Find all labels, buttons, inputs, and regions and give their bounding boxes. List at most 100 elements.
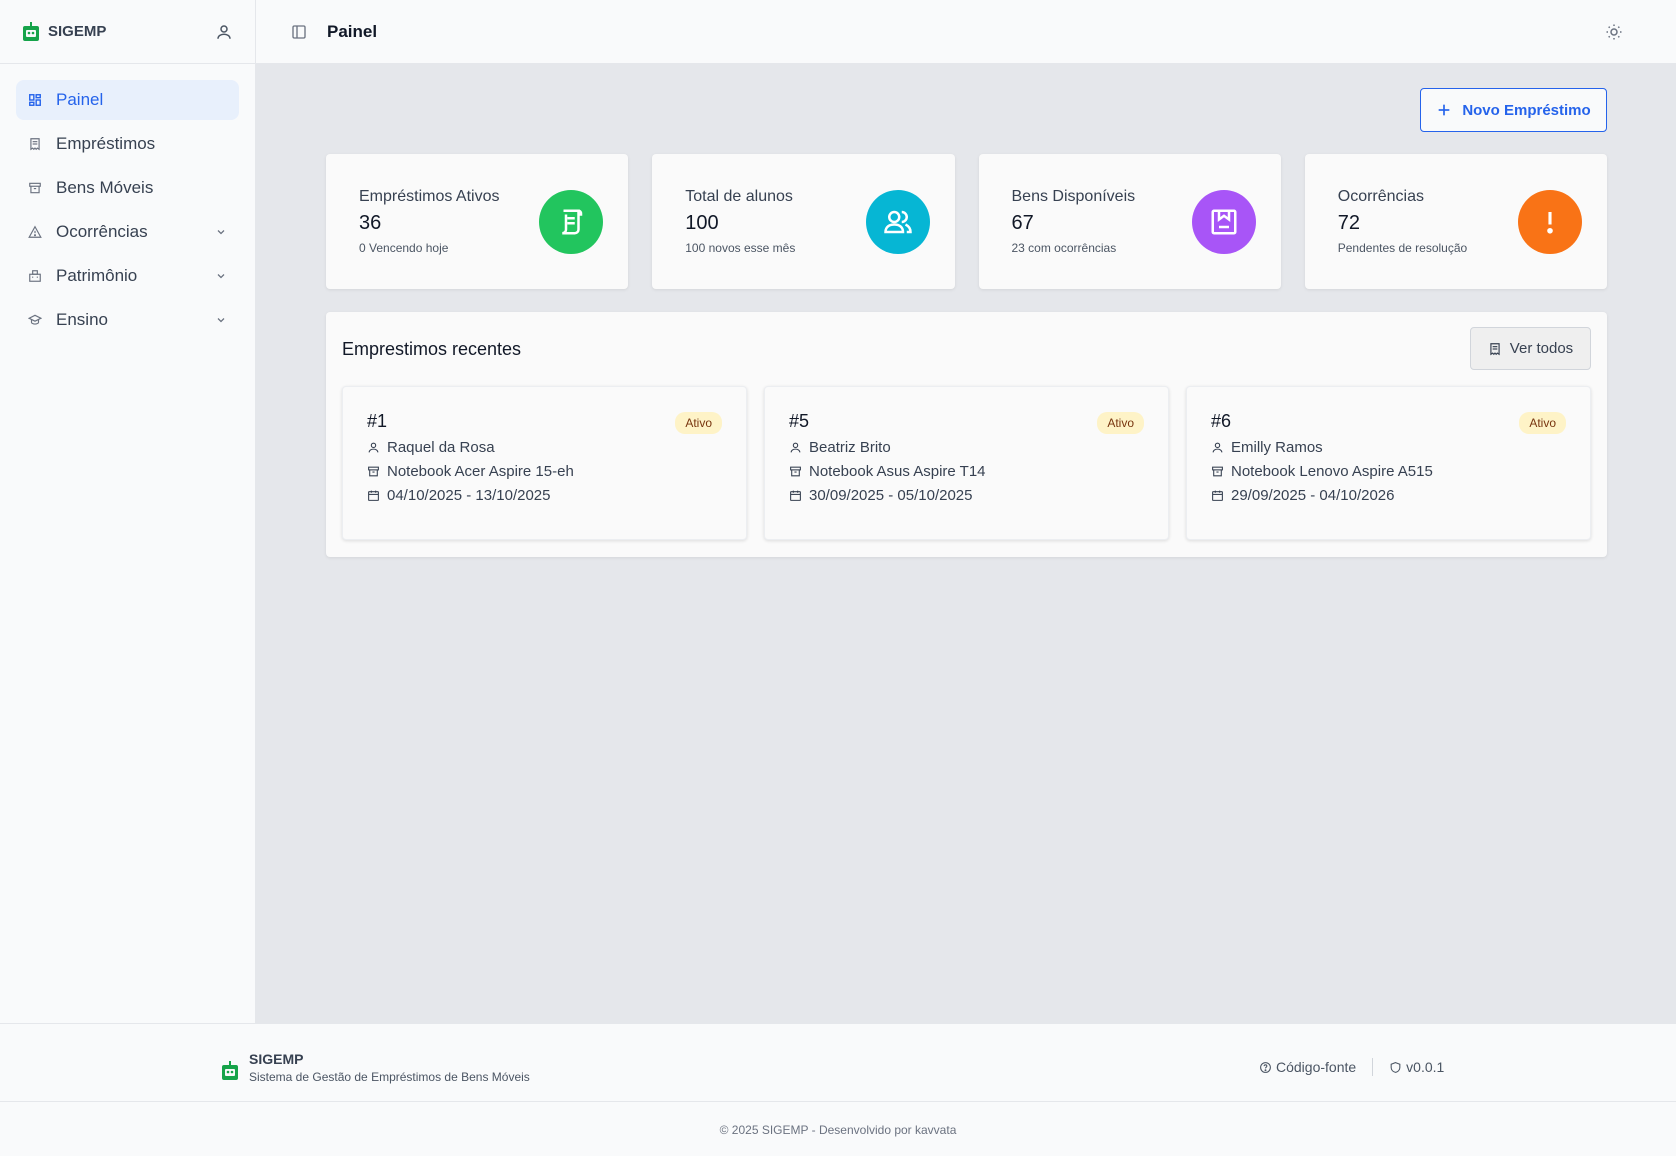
footer-description: Sistema de Gestão de Empréstimos de Bens… bbox=[249, 1070, 530, 1084]
graduation-cap-icon bbox=[28, 314, 42, 325]
loan-dates: 30/09/2025 - 05/10/2025 bbox=[809, 486, 973, 504]
users-icon bbox=[883, 210, 912, 233]
shield-icon bbox=[1390, 1061, 1401, 1073]
warning-icon bbox=[28, 225, 42, 238]
stat-card-active-loans: Empréstimos Ativos 36 0 Vencendo hoje bbox=[326, 154, 629, 289]
recent-loans-panel: Emprestimos recentes Ver todos #1 Ativo … bbox=[326, 312, 1607, 557]
loan-item: Notebook Lenovo Aspire A515 bbox=[1231, 462, 1433, 480]
sidebar-item-emprestimos[interactable]: Empréstimos bbox=[16, 124, 239, 164]
sidebar-item-label: Ensino bbox=[56, 310, 108, 329]
stat-icon-circle bbox=[1191, 189, 1256, 254]
stat-icon-circle bbox=[539, 189, 604, 254]
main-content: Novo Empréstimo Empréstimos Ativos 36 0 … bbox=[256, 64, 1676, 1023]
user-icon bbox=[790, 442, 801, 452]
page-title: Painel bbox=[327, 21, 378, 41]
stat-card-occurrences: Ocorrências 72 Pendentes de resolução bbox=[1304, 154, 1607, 289]
plus-icon bbox=[1438, 104, 1450, 116]
exclamation-icon bbox=[1547, 211, 1553, 234]
sidebar-item-label: Bens Móveis bbox=[56, 178, 154, 197]
footer-app-name: SIGEMP bbox=[249, 1051, 304, 1067]
footer-links: Código-fonte v0.0.1 bbox=[1259, 1058, 1444, 1076]
sidebar-item-painel[interactable]: Painel bbox=[16, 80, 239, 120]
stat-icon-circle bbox=[1518, 189, 1582, 254]
calendar-icon bbox=[1212, 490, 1223, 501]
stat-label: Total de alunos bbox=[685, 188, 793, 205]
loan-person: Raquel da Rosa bbox=[387, 438, 495, 456]
stat-label: Bens Disponíveis bbox=[1011, 188, 1136, 205]
status-badge: Ativo bbox=[1519, 412, 1566, 434]
calendar-icon bbox=[368, 490, 379, 501]
archive-icon bbox=[1212, 466, 1223, 476]
sidebar-item-ensino[interactable]: Ensino bbox=[16, 300, 239, 340]
stat-value: 72 bbox=[1337, 212, 1360, 234]
user-icon[interactable] bbox=[215, 23, 233, 41]
see-all-button[interactable]: Ver todos bbox=[1470, 327, 1591, 370]
loan-item: Notebook Acer Aspire 15-eh bbox=[387, 462, 574, 480]
stats-row: Empréstimos Ativos 36 0 Vencendo hoje To… bbox=[326, 154, 1607, 289]
sidebar-nav: Painel Empréstimos Bens Móveis Ocorrênci… bbox=[0, 64, 255, 360]
robot-logo-icon bbox=[222, 1061, 238, 1080]
archive-icon bbox=[29, 182, 41, 194]
archive-icon bbox=[368, 466, 379, 476]
sidebar-item-label: Empréstimos bbox=[56, 134, 156, 153]
version-label: v0.0.1 bbox=[1406, 1059, 1445, 1075]
loan-dates: 29/09/2025 - 04/10/2026 bbox=[1231, 486, 1395, 504]
help-circle-icon bbox=[1260, 1061, 1271, 1073]
sidebar: SIGEMP Painel Empréstimos Bens Móveis Oc… bbox=[0, 0, 256, 1023]
chevron-down-icon bbox=[217, 274, 225, 279]
user-icon bbox=[368, 442, 379, 452]
loan-dates: 04/10/2025 - 13/10/2025 bbox=[387, 486, 551, 504]
stat-subtext: 0 Vencendo hoje bbox=[359, 241, 449, 255]
stat-card-available-items: Bens Disponíveis 67 23 com ocorrências bbox=[978, 154, 1281, 289]
loan-card[interactable]: #6 Ativo Emilly Ramos Notebook Lenovo As… bbox=[1186, 386, 1591, 540]
sidebar-item-patrimonio[interactable]: Patrimônio bbox=[16, 256, 239, 296]
loan-card[interactable]: #5 Ativo Beatriz Brito Notebook Asus Asp… bbox=[764, 386, 1169, 540]
new-loan-button[interactable]: Novo Empréstimo bbox=[1420, 88, 1607, 132]
chevron-down-icon bbox=[217, 318, 225, 323]
loan-id: #6 bbox=[1211, 411, 1232, 431]
chevron-down-icon bbox=[217, 230, 225, 235]
receipt-icon bbox=[562, 209, 583, 234]
receipt-icon bbox=[1490, 342, 1500, 355]
loan-person: Emilly Ramos bbox=[1231, 438, 1323, 456]
topbar: Painel bbox=[256, 0, 1676, 64]
app-name: SIGEMP bbox=[48, 23, 107, 40]
sun-icon[interactable] bbox=[1605, 23, 1623, 41]
calendar-icon bbox=[790, 490, 801, 501]
source-code-label: Código-fonte bbox=[1276, 1059, 1357, 1075]
stat-card-students: Total de alunos 100 100 novos esse mês bbox=[652, 154, 955, 289]
stat-subtext: 23 com ocorrências bbox=[1011, 241, 1117, 255]
footer-brand: SIGEMP Sistema de Gestão de Empréstimos … bbox=[221, 1051, 530, 1084]
stat-label: Empréstimos Ativos bbox=[359, 188, 500, 205]
footer-divider bbox=[1372, 1058, 1374, 1076]
sidebar-item-label: Painel bbox=[56, 90, 104, 109]
dashboard-icon bbox=[29, 94, 41, 106]
sidebar-item-label: Ocorrências bbox=[56, 222, 148, 241]
recent-loans-list: #1 Ativo Raquel da Rosa Notebook Acer As… bbox=[342, 386, 1591, 540]
loan-card[interactable]: #1 Ativo Raquel da Rosa Notebook Acer As… bbox=[342, 386, 747, 540]
stat-subtext: Pendentes de resolução bbox=[1337, 241, 1468, 255]
sidebar-item-ocorrencias[interactable]: Ocorrências bbox=[16, 212, 239, 252]
loan-item: Notebook Asus Aspire T14 bbox=[809, 462, 986, 480]
receipt-icon bbox=[30, 138, 40, 151]
footer: SIGEMP Sistema de Gestão de Empréstimos … bbox=[0, 1023, 1676, 1156]
source-code-link[interactable]: Código-fonte bbox=[1259, 1059, 1356, 1075]
stat-value: 67 bbox=[1011, 212, 1034, 234]
loan-id: #1 bbox=[367, 411, 388, 431]
stat-subtext: 100 novos esse mês bbox=[685, 241, 796, 255]
sidebar-toggle-icon[interactable] bbox=[291, 24, 307, 40]
sidebar-item-label: Patrimônio bbox=[56, 266, 138, 285]
status-badge: Ativo bbox=[675, 412, 722, 434]
stat-value: 36 bbox=[359, 212, 382, 234]
robot-logo-icon bbox=[23, 21, 39, 41]
version-link[interactable]: v0.0.1 bbox=[1389, 1059, 1444, 1075]
sidebar-item-bens-moveis[interactable]: Bens Móveis bbox=[16, 168, 239, 208]
sidebar-header: SIGEMP bbox=[0, 0, 255, 64]
recent-loans-title: Emprestimos recentes bbox=[342, 339, 522, 359]
status-badge: Ativo bbox=[1097, 412, 1144, 434]
stat-icon-circle bbox=[865, 189, 930, 254]
user-icon bbox=[1212, 442, 1223, 452]
loan-id: #5 bbox=[789, 411, 810, 431]
loan-person: Beatriz Brito bbox=[809, 438, 891, 456]
package-icon bbox=[1211, 209, 1237, 234]
